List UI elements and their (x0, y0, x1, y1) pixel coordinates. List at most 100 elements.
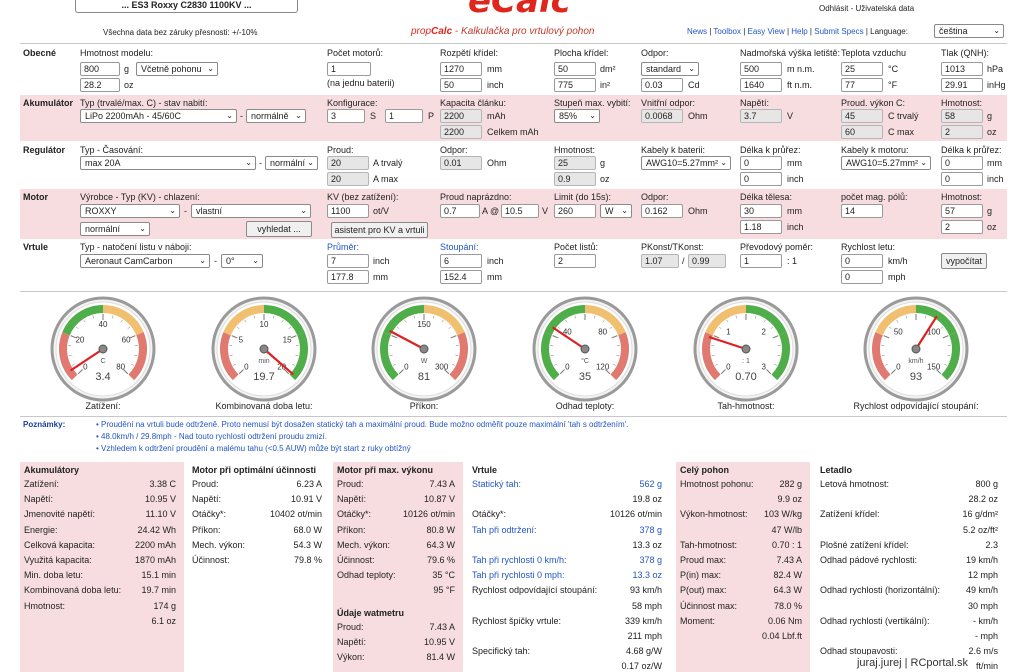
esc-resistance-input[interactable]: 0.01 (440, 156, 482, 170)
motor-cooling-select[interactable]: normální ⌄ (80, 222, 150, 236)
battery-mass-oz-input[interactable]: 2 (941, 125, 983, 139)
nav-easy-view[interactable]: Easy View (748, 27, 785, 36)
result-value: 81.4 W (426, 652, 455, 663)
area-dm2-input[interactable]: 50 (554, 62, 596, 76)
gauge-title: Odhad teploty: (555, 401, 615, 411)
motor-noload-a-input[interactable]: 0.7 (440, 204, 480, 218)
span-mm-input[interactable]: 1270 (440, 62, 482, 76)
user-links[interactable]: Odhlásit - Uživatelská data (819, 3, 914, 14)
span-inch-input[interactable]: 50 (440, 78, 482, 92)
prop-pconst-input[interactable]: 1.07 (641, 254, 679, 268)
prop-angle-select[interactable]: 0° ⌄ (221, 254, 263, 268)
area-in2-input[interactable]: 775 (554, 78, 596, 92)
cable-motor-select[interactable]: AWG10=5.27mm² ⌄ (841, 156, 931, 170)
motor-maker-select[interactable]: ROXXY ⌄ (80, 204, 180, 218)
motor-noload-v-input[interactable]: 10.5 (501, 204, 539, 218)
gauge-unit: : 1 (742, 358, 750, 365)
prop-type-select[interactable]: Aeronaut CamCarbon ⌄ (80, 254, 210, 268)
battery-c-max-input[interactable]: 60 (841, 125, 883, 139)
weight-mode-value: Včetně pohonu (141, 64, 202, 74)
cable-motor-len-mm-input[interactable]: 0 (941, 156, 983, 170)
battery-config-s-input[interactable]: 3 (327, 109, 365, 123)
prop-speed-mph-input[interactable]: 0 (841, 270, 883, 284)
battery-config-p-input[interactable]: 1 (385, 109, 423, 123)
weight-mode-select[interactable]: Včetně pohonu ⌄ (136, 62, 218, 76)
esc-current-cont-input[interactable]: 20 (327, 156, 369, 170)
alt-m-input[interactable]: 500 (740, 62, 782, 76)
gauge-tick-label: 15 (283, 335, 292, 344)
motor-resistance-input[interactable]: 0.162 (641, 204, 683, 218)
result-value: 13.3 oz (632, 570, 662, 581)
pressure-inhg-input[interactable]: 29.91 (941, 78, 983, 92)
nav-news[interactable]: News (687, 27, 707, 36)
language-label: Language: (870, 27, 908, 36)
esc-weight-g-input[interactable]: 25 (554, 156, 596, 170)
prop-diameter-mm-input[interactable]: 177.8 (327, 270, 369, 284)
motor-mass-oz-input[interactable]: 2 (941, 220, 983, 234)
motor-mass-g-input[interactable]: 57 (941, 204, 983, 218)
calculate-button[interactable]: vypočítat (941, 253, 987, 269)
kv-assist-button[interactable]: asistent pro KV a vrtuli (331, 222, 428, 238)
nav-submit-specs[interactable]: Submit Specs (814, 27, 863, 36)
alt-ft-input[interactable]: 1640 (740, 78, 782, 92)
results-prop-title: Vrtule (472, 465, 498, 475)
battery-type-value: LiPo 2200mAh - 45/60C (85, 111, 182, 121)
result-label: Proud: (337, 622, 364, 632)
result-label[interactable]: Tah při rychlosti 0 km/h: (472, 555, 567, 565)
result-label: Otáčky*: (192, 509, 227, 520)
esc-current-max-input[interactable]: 20 (327, 172, 369, 186)
battery-capacity-input[interactable]: 2200 (440, 109, 482, 123)
battery-discharge-select[interactable]: 85% ⌄ (554, 109, 600, 123)
motor-limit-input[interactable]: 260 (554, 204, 596, 218)
chevron-down-icon: ⌄ (589, 111, 596, 120)
prop-pitch-mm-input[interactable]: 152.4 (440, 270, 482, 284)
esc-timing-select[interactable]: normální ⌄ (265, 156, 318, 170)
motor-length-mm-input[interactable]: 30 (740, 204, 782, 218)
battery-c-cont-input[interactable]: 45 (841, 109, 883, 123)
prop-blades-input[interactable]: 2 (554, 254, 596, 268)
motor-type-select[interactable]: vlastní ⌄ (191, 204, 311, 218)
cable-motor-len-in-input[interactable]: 0 (941, 172, 983, 186)
battery-charge-select[interactable]: normálně ⌄ (246, 109, 306, 123)
result-value: 78.0 % (773, 600, 802, 611)
result-value: 0.70 : 1 (771, 539, 802, 550)
results-battery-title: Akumulátory (24, 465, 80, 475)
prop-diameter-in-input[interactable]: 7 (327, 254, 369, 268)
esc-weight-oz-input[interactable]: 0.9 (554, 172, 596, 186)
temp-c-input[interactable]: 25 (841, 62, 883, 76)
nav-help[interactable]: Help (791, 27, 807, 36)
weight-oz-input[interactable]: 28.2 (80, 78, 120, 92)
result-label[interactable]: Tah při rychlosti 0 mph: (472, 570, 565, 580)
prop-pitch-in-input[interactable]: 6 (440, 254, 482, 268)
motor-limit-unit-select[interactable]: W ⌄ (600, 204, 632, 218)
temp-f-input[interactable]: 77 (841, 78, 883, 92)
weight-g-input[interactable]: 800 (80, 62, 120, 76)
motor-count-input[interactable]: 1 (327, 62, 371, 76)
prop-pitch-label[interactable]: Stoupání: (440, 242, 479, 253)
drag-cd-input[interactable]: 0.03 (641, 78, 683, 92)
esc-type-select[interactable]: max 20A ⌄ (80, 156, 256, 170)
language-select[interactable]: čeština ⌄ (934, 24, 1004, 38)
result-label[interactable]: Statický tah: (472, 479, 521, 489)
result-label[interactable]: Tah při odtržení: (472, 525, 537, 535)
motor-poles-input[interactable]: 14 (841, 204, 883, 218)
motor-kv-input[interactable]: 1100 (327, 204, 369, 218)
pressure-hpa-input[interactable]: 1013 (941, 62, 983, 76)
nav-toolbox[interactable]: Toolbox (713, 27, 741, 36)
motor-length-in-input[interactable]: 1.18 (740, 220, 782, 234)
result-value: 211 mph (627, 631, 662, 641)
prop-diameter-label[interactable]: Průměr: (327, 242, 359, 253)
battery-type-select[interactable]: LiPo 2200mAh - 45/60C ⌄ (80, 109, 237, 123)
motor-search-button[interactable]: vyhledat ... (246, 221, 312, 237)
battery-resistance-input[interactable]: 0.0068 (641, 109, 683, 123)
battery-voltage-input[interactable]: 3.7 (740, 109, 782, 123)
cable-batt-len-in-input[interactable]: 0 (740, 172, 782, 186)
prop-speed-kmh-input[interactable]: 0 (841, 254, 883, 268)
cable-batt-select[interactable]: AWG10=5.27mm² ⌄ (641, 156, 731, 170)
cable-batt-len-mm-input[interactable]: 0 (740, 156, 782, 170)
drag-select[interactable]: standard ⌄ (641, 62, 699, 76)
prop-gear-input[interactable]: 1 (740, 254, 782, 268)
prop-tconst-input[interactable]: 0.99 (688, 254, 726, 268)
battery-current-label: Proud. výkon C: (841, 98, 906, 108)
battery-mass-g-input[interactable]: 58 (941, 109, 983, 123)
